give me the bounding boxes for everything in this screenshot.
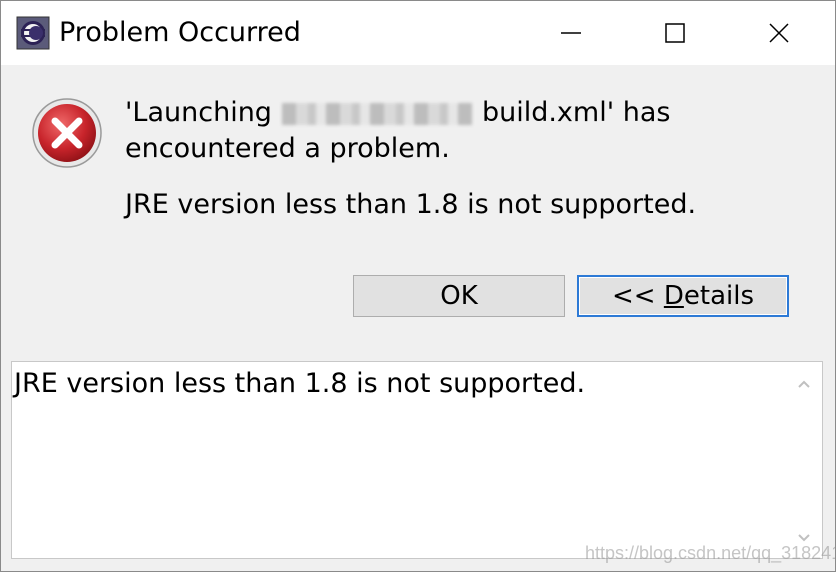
minimize-button[interactable] — [519, 1, 623, 65]
details-textarea[interactable]: JRE version less than 1.8 is not support… — [11, 361, 823, 559]
message-line-1: 'Launching build.xml' has — [125, 95, 815, 131]
chevron-down-icon — [798, 534, 810, 542]
message-line-2: encountered a problem. — [125, 133, 450, 164]
ok-button[interactable]: OK — [353, 275, 565, 317]
details-button[interactable]: << Details — [577, 275, 789, 317]
redacted-project-name — [281, 102, 472, 125]
eclipse-icon — [16, 16, 50, 50]
close-icon — [769, 23, 789, 43]
dialog-title: Problem Occurred — [59, 17, 301, 48]
details-rest: etails — [683, 281, 754, 311]
scroll-up-button[interactable] — [794, 374, 814, 394]
chevron-up-icon — [798, 380, 810, 388]
details-scrollbar[interactable] — [786, 362, 822, 558]
message-prefix: 'Launching — [125, 97, 272, 128]
error-icon — [32, 98, 102, 168]
minimize-icon — [561, 32, 581, 34]
details-mnemonic: D — [663, 281, 684, 311]
maximize-icon — [665, 23, 685, 43]
watermark: https://blog.csdn.net/qq_31824199 — [585, 543, 836, 563]
error-reason: JRE version less than 1.8 is not support… — [125, 189, 697, 220]
details-prefix: << — [612, 281, 664, 311]
details-text: JRE version less than 1.8 is not support… — [14, 368, 586, 399]
error-message: 'Launching build.xml' has encountered a p… — [125, 95, 815, 167]
problem-dialog: Problem Occurred 'Launching build.xml' h… — [0, 0, 836, 572]
message-suffix: build.xml' has — [481, 97, 671, 128]
maximize-button[interactable] — [623, 1, 727, 65]
close-button[interactable] — [727, 1, 831, 65]
title-bar[interactable]: Problem Occurred — [1, 1, 835, 65]
